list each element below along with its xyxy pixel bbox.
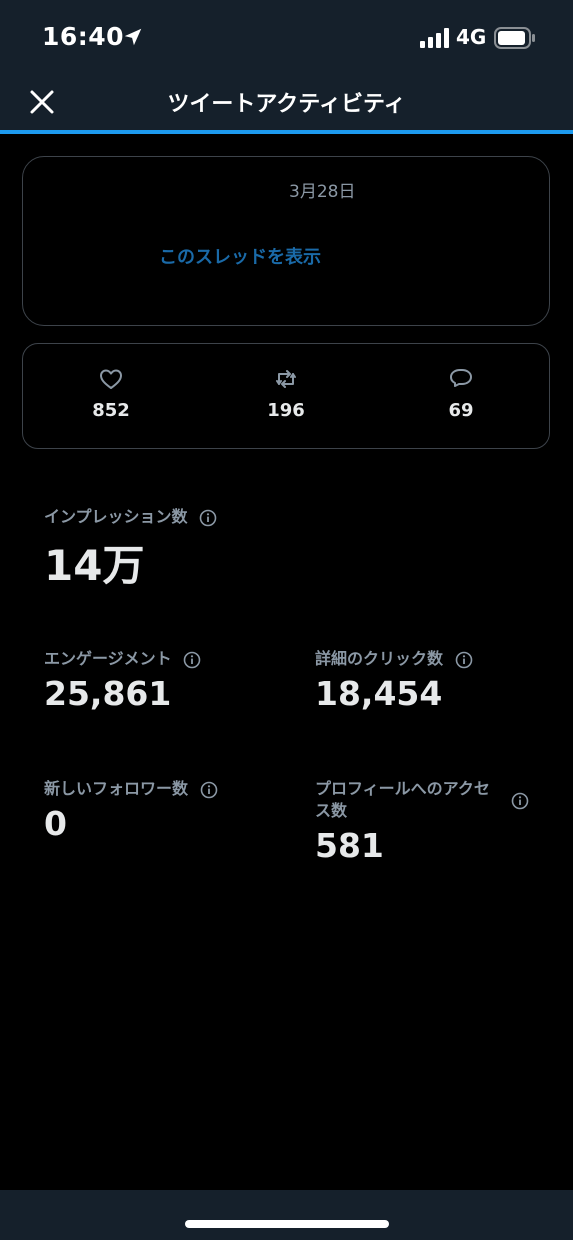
detail-clicks-metric: 詳細のクリック数 18,454 [315,648,473,713]
engagements-metric: エンゲージメント 25,861 [44,648,201,713]
retweets-count: 196 [267,400,305,421]
network-type: 4G [456,25,487,49]
info-icon[interactable] [183,651,201,669]
replies-stat: 69 [401,366,521,421]
heart-icon [100,369,122,389]
replies-count: 69 [448,400,474,421]
page-title: ツイートアクティビティ [167,92,406,117]
detail-clicks-value: 18,454 [315,674,443,713]
cellular-signal-icon [420,28,449,48]
battery-icon [494,27,535,49]
info-icon[interactable] [455,651,473,669]
new-followers-metric: 新しいフォロワー数 0 [44,778,218,843]
profile-visits-value: 581 [315,826,384,865]
profile-visits-metric: プロフィールへのアクセ ス数 581 [315,778,535,865]
retweet-icon [276,370,296,388]
info-icon[interactable] [200,781,218,799]
status-time: 16:40 [42,22,125,51]
show-thread-link[interactable]: このスレッドを表示 [159,243,321,269]
new-followers-value: 0 [44,804,67,843]
engagements-label: エンゲージメント [44,649,172,668]
nav-header: ツイートアクティビティ [0,76,573,130]
header-accent-line [0,130,573,134]
new-followers-label: 新しいフォロワー数 [44,779,189,798]
engagements-value: 25,861 [44,674,172,713]
profile-visits-label-line2: ス数 [315,801,348,820]
home-indicator-bar [0,1190,573,1240]
detail-clicks-label: 詳細のクリック数 [315,649,444,668]
impressions-metric: インプレッション数 14万 [44,506,217,593]
engagement-counts-card: 852 196 69 [22,343,550,449]
home-indicator[interactable] [185,1220,389,1228]
impressions-label: インプレッション数 [44,507,188,526]
info-icon[interactable] [199,509,217,527]
reply-bubble-icon [450,369,472,387]
profile-visits-label-line1: プロフィールへのアクセ [315,779,490,798]
tweet-activity-screen: 16:40 4G ツイートアクティビティ 3月28日 このスレッドを表示 852… [0,0,573,1240]
location-arrow-icon [124,28,142,46]
likes-count: 852 [92,400,130,421]
status-bar: 16:40 4G [0,0,573,76]
top-bar: 16:40 4G ツイートアクティビティ [0,0,573,130]
tweet-preview-card[interactable]: 3月28日 このスレッドを表示 [22,156,550,326]
info-icon[interactable] [511,792,529,810]
impressions-value: 14万 [44,541,145,590]
tweet-date: 3月28日 [289,182,356,202]
likes-stat: 852 [51,366,171,421]
retweets-stat: 196 [226,366,346,421]
